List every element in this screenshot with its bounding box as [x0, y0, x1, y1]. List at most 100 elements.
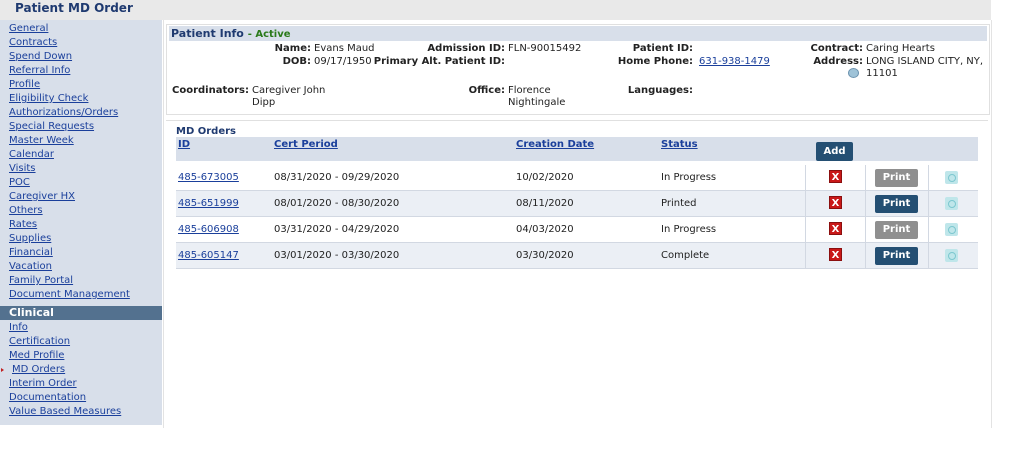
- print-button[interactable]: Print: [875, 247, 918, 265]
- home-phone-label: Home Phone:: [617, 56, 693, 67]
- sidebar-item-others[interactable]: Others: [9, 205, 43, 217]
- sidebar-item-contracts[interactable]: Contracts: [9, 37, 57, 49]
- status-badge: - Active: [247, 29, 291, 40]
- sidebar-item-referral-info[interactable]: Referral Info: [9, 65, 70, 77]
- name-value: Evans Maud: [314, 43, 375, 54]
- cert-period: 08/31/2020 - 09/29/2020: [274, 172, 400, 183]
- sidebar-item-document-management[interactable]: Document Management: [9, 289, 130, 301]
- languages-label: Languages:: [627, 85, 693, 96]
- sidebar-item-med-profile[interactable]: Med Profile: [9, 350, 64, 362]
- sidebar-section-label: Clinical: [9, 306, 54, 319]
- sidebar-item-documentation[interactable]: Documentation: [9, 392, 86, 404]
- add-order-button[interactable]: Add: [816, 142, 853, 161]
- table-row: 485-673005 08/31/2020 - 09/29/2020 10/02…: [176, 165, 978, 191]
- sidebar-item-vacation[interactable]: Vacation: [9, 261, 52, 273]
- order-id-link[interactable]: 485-606908: [178, 224, 239, 235]
- sidebar-item-md-orders[interactable]: MD Orders: [12, 364, 65, 376]
- order-status: In Progress: [661, 172, 717, 183]
- sidebar-item-general[interactable]: General: [9, 23, 48, 35]
- divider: [805, 165, 806, 190]
- admission-id-value: FLN-90015492: [508, 43, 582, 54]
- divider: [928, 243, 929, 268]
- dob-value: 09/17/1950: [314, 56, 372, 67]
- creation-date: 04/03/2020: [516, 224, 574, 235]
- dob-label: DOB:: [282, 56, 311, 67]
- patient-info-title: Patient Info - Active: [171, 27, 291, 40]
- col-header-status[interactable]: Status: [661, 139, 698, 150]
- sidebar-item-spend-down[interactable]: Spend Down: [9, 51, 72, 63]
- address-label: Address:: [813, 56, 863, 67]
- sidebar-item-eligibility-check[interactable]: Eligibility Check: [9, 93, 88, 105]
- sidebar-item-rates[interactable]: Rates: [9, 219, 37, 231]
- table-row: 485-605147 03/01/2020 - 03/30/2020 03/30…: [176, 243, 978, 269]
- divider: [928, 165, 929, 190]
- order-status: Printed: [661, 198, 697, 209]
- sidebar-item-master-week[interactable]: Master Week: [9, 135, 74, 147]
- attachment-icon[interactable]: [945, 223, 958, 236]
- cert-period: 08/01/2020 - 08/30/2020: [274, 198, 400, 209]
- contract-label: Contract:: [810, 43, 864, 54]
- sidebar-item-info[interactable]: Info: [9, 322, 28, 334]
- divider: [865, 191, 866, 216]
- col-header-id[interactable]: ID: [178, 139, 190, 150]
- print-button[interactable]: Print: [875, 195, 918, 213]
- divider: [805, 191, 806, 216]
- sidebar-item-special-requests[interactable]: Special Requests: [9, 121, 94, 133]
- sidebar-item-supplies[interactable]: Supplies: [9, 233, 51, 245]
- home-phone-link[interactable]: 631-938-1479: [699, 56, 770, 68]
- divider: [865, 165, 866, 190]
- sidebar-item-poc[interactable]: POC: [9, 177, 30, 189]
- order-id-link[interactable]: 485-605147: [178, 250, 239, 261]
- sidebar-item-certification[interactable]: Certification: [9, 336, 70, 348]
- print-button[interactable]: Print: [875, 221, 918, 239]
- print-button[interactable]: Print: [875, 169, 918, 187]
- active-arrow-icon: [1, 368, 4, 372]
- address-line1: LONG ISLAND CITY, NY,: [866, 56, 984, 67]
- map-icon[interactable]: [848, 68, 859, 78]
- title-bar: Patient MD Order: [0, 0, 991, 20]
- creation-date: 03/30/2020: [516, 250, 574, 261]
- attachment-icon[interactable]: [945, 249, 958, 262]
- contract-value: Caring Hearts: [866, 43, 935, 54]
- page-title: Patient MD Order: [15, 1, 133, 15]
- attachment-icon[interactable]: [945, 197, 958, 210]
- coordinators-label: Coordinators:: [172, 85, 249, 96]
- col-header-creation-date[interactable]: Creation Date: [516, 139, 594, 150]
- sidebar-item-profile[interactable]: Profile: [9, 79, 40, 91]
- sidebar-item-visits[interactable]: Visits: [9, 163, 36, 175]
- delete-icon[interactable]: X: [829, 222, 842, 235]
- admission-id-label: Admission ID:: [427, 43, 505, 54]
- sidebar-item-calendar[interactable]: Calendar: [9, 149, 54, 161]
- delete-icon[interactable]: X: [829, 248, 842, 261]
- order-id-link[interactable]: 485-651999: [178, 198, 239, 209]
- coordinators-line2: Dipp: [252, 97, 276, 108]
- delete-icon[interactable]: X: [829, 196, 842, 209]
- divider: [928, 191, 929, 216]
- order-status: Complete: [661, 250, 710, 261]
- sidebar-item-authorizations-orders[interactable]: Authorizations/Orders: [9, 107, 118, 119]
- table-row: 485-651999 08/01/2020 - 08/30/2020 08/11…: [176, 191, 978, 217]
- creation-date: 10/02/2020: [516, 172, 574, 183]
- address-line2: 11101: [866, 68, 898, 79]
- sidebar-item-value-based-measures[interactable]: Value Based Measures: [9, 406, 121, 418]
- divider: [805, 217, 806, 242]
- orders-table-header: ID Cert Period Creation Date Status: [176, 137, 978, 161]
- sidebar-item-family-portal[interactable]: Family Portal: [9, 275, 73, 287]
- sidebar-item-interim-order[interactable]: Interim Order: [9, 378, 77, 390]
- col-header-cert-period[interactable]: Cert Period: [274, 139, 338, 150]
- delete-icon[interactable]: X: [829, 170, 842, 183]
- name-label: Name:: [274, 43, 311, 54]
- order-id-link[interactable]: 485-673005: [178, 172, 239, 183]
- attachment-icon[interactable]: [945, 171, 958, 184]
- alt-patient-id-label: Primary Alt. Patient ID:: [373, 56, 505, 67]
- patient-id-label: Patient ID:: [632, 43, 693, 54]
- divider: [928, 217, 929, 242]
- office-label: Office:: [468, 85, 505, 96]
- coordinators-line1: Caregiver John: [252, 85, 326, 96]
- md-orders-title: MD Orders: [176, 126, 236, 137]
- creation-date: 08/11/2020: [516, 198, 574, 209]
- office-line2: Nightingale: [508, 97, 566, 108]
- sidebar-item-caregiver-hx[interactable]: Caregiver HX: [9, 191, 75, 203]
- sidebar-item-financial[interactable]: Financial: [9, 247, 53, 259]
- patient-info-header: Patient Info - Active: [169, 26, 987, 41]
